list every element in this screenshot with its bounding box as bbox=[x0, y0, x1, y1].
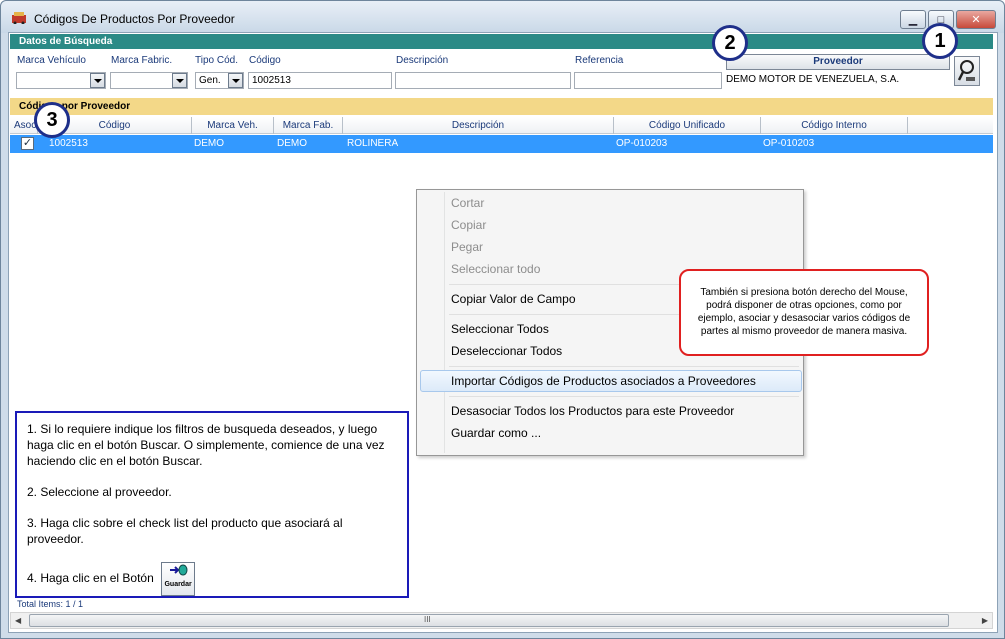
guardar-button-illustration: Guardar bbox=[161, 562, 196, 596]
menu-item-seleccionar-todo[interactable]: Seleccionar todo bbox=[451, 262, 540, 276]
row-marca-fab: DEMO bbox=[277, 138, 307, 149]
referencia-label: Referencia bbox=[575, 55, 624, 66]
menu-item-pegar[interactable]: Pegar bbox=[451, 240, 483, 254]
tipo-cod-label: Tipo Cód. bbox=[195, 55, 238, 66]
save-icon bbox=[170, 564, 188, 576]
row-checkbox[interactable]: ✓ bbox=[21, 137, 34, 150]
menu-item-cortar[interactable]: Cortar bbox=[451, 196, 484, 210]
codigo-input[interactable]: 1002513 bbox=[248, 72, 392, 89]
marca-vehiculo-label: Marca Vehículo bbox=[17, 55, 86, 66]
total-items-label: Total Items: 1 / 1 bbox=[17, 599, 84, 609]
scroll-right-icon[interactable]: ▶ bbox=[982, 616, 988, 625]
minimize-button[interactable]: ▁ bbox=[900, 10, 926, 29]
menu-gutter bbox=[419, 192, 445, 453]
instruction-2: 2. Seleccione al proveedor. bbox=[27, 485, 172, 499]
menu-item-desasociar[interactable]: Desasociar Todos los Productos para este… bbox=[451, 404, 734, 418]
title-bar: Códigos De Productos Por Proveedor ▁ □ ✕ bbox=[1, 1, 1004, 33]
step-badge-2: 2 bbox=[712, 25, 748, 61]
window-title: Códigos De Productos Por Proveedor bbox=[34, 12, 235, 26]
search-icon bbox=[957, 60, 975, 81]
row-descripcion: ROLINERA bbox=[347, 138, 399, 149]
marca-fabric-dropdown-icon[interactable] bbox=[172, 73, 187, 88]
row-marca-veh: DEMO bbox=[194, 138, 224, 149]
guardar-label: Guardar bbox=[164, 581, 192, 588]
instructions-callout: 1. Si lo requiere indique los filtros de… bbox=[15, 411, 409, 598]
step-badge-3: 3 bbox=[34, 102, 70, 138]
menu-item-guardar-como[interactable]: Guardar como ... bbox=[451, 426, 541, 440]
menu-item-importar[interactable]: Importar Códigos de Productos asociados … bbox=[451, 374, 756, 388]
table-row[interactable]: ✓ 1002513 DEMO DEMO ROLINERA OP-010203 O… bbox=[10, 135, 993, 153]
menu-item-deseleccionar-todos[interactable]: Deseleccionar Todos bbox=[451, 344, 562, 358]
col-codigo-unificado[interactable]: Código Unificado bbox=[614, 117, 761, 134]
col-marca-veh[interactable]: Marca Veh. bbox=[192, 117, 274, 134]
scroll-grip: III bbox=[424, 615, 431, 624]
close-icon: ✕ bbox=[971, 14, 981, 26]
menu-separator bbox=[449, 396, 799, 397]
minimize-icon: ▁ bbox=[908, 14, 918, 26]
referencia-input[interactable] bbox=[574, 72, 722, 89]
menu-item-seleccionar-todos[interactable]: Seleccionar Todos bbox=[451, 322, 549, 336]
codigo-label: Código bbox=[249, 55, 281, 66]
tip-callout-red: También si presiona botón derecho del Mo… bbox=[679, 269, 929, 356]
row-codigo-unificado: OP-010203 bbox=[616, 138, 668, 149]
close-button[interactable]: ✕ bbox=[956, 10, 996, 29]
step-badge-1: 1 bbox=[922, 23, 958, 59]
instruction-3: 3. Haga clic sobre el check list del pro… bbox=[27, 516, 343, 546]
scroll-left-icon[interactable]: ◀ bbox=[15, 616, 21, 625]
col-descripcion[interactable]: Descripción bbox=[343, 117, 614, 134]
app-icon bbox=[12, 12, 26, 24]
descripcion-input[interactable] bbox=[395, 72, 571, 89]
proveedor-name: DEMO MOTOR DE VENEZUELA, S.A. bbox=[726, 74, 900, 85]
menu-item-copiar-valor[interactable]: Copiar Valor de Campo bbox=[451, 292, 576, 306]
search-button[interactable] bbox=[954, 56, 980, 86]
menu-separator bbox=[449, 366, 799, 367]
row-codigo-interno: OP-010203 bbox=[763, 138, 815, 149]
proveedor-button[interactable]: Proveedor bbox=[726, 54, 950, 70]
search-band: Datos de Búsqueda bbox=[10, 34, 993, 49]
grid-header: Asoc. Código Marca Veh. Marca Fab. Descr… bbox=[10, 117, 993, 134]
descripcion-label: Descripción bbox=[396, 55, 449, 66]
tipo-cod-dropdown-icon[interactable] bbox=[228, 73, 243, 88]
app-window: Códigos De Productos Por Proveedor ▁ □ ✕… bbox=[0, 0, 1005, 639]
marca-vehiculo-dropdown-icon[interactable] bbox=[90, 73, 105, 88]
instruction-1: 1. Si lo requiere indique los filtros de… bbox=[27, 422, 385, 468]
scroll-thumb[interactable]: III bbox=[29, 614, 949, 627]
instruction-4-line: 4. Haga clic en el Botón Guardar bbox=[27, 562, 397, 596]
marca-fabric-label: Marca Fabric. bbox=[111, 55, 173, 66]
instruction-4: 4. Haga clic en el Botón bbox=[27, 571, 154, 586]
grid-band: Códigos por Proveedor bbox=[10, 98, 993, 115]
col-codigo-interno[interactable]: Código Interno bbox=[761, 117, 908, 134]
horizontal-scrollbar[interactable]: ◀ III ▶ bbox=[10, 612, 993, 629]
menu-item-copiar[interactable]: Copiar bbox=[451, 218, 486, 232]
col-marca-fab[interactable]: Marca Fab. bbox=[274, 117, 343, 134]
